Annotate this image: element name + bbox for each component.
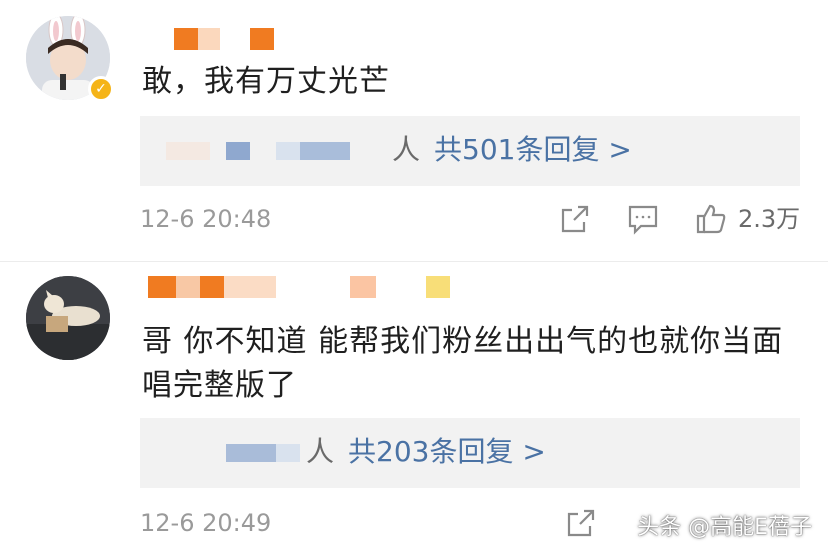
censored-replier [276,142,300,160]
share-icon[interactable] [564,506,598,540]
share-icon[interactable] [558,202,592,236]
censored-replier [226,444,276,462]
censored-replier [276,444,300,462]
replies-preview[interactable]: 人 共203条回复 > [140,418,800,488]
comment-icon[interactable] [626,202,660,236]
replies-preview[interactable]: 人 共501条回复 > [140,116,800,186]
watermark: 头条 @高能E蓓子 [637,515,812,540]
thumbs-up-icon[interactable] [694,202,728,236]
comment-item: 哥 你不知道 能帮我们粉丝出出气的也就你当面唱完整版了 人 共203条回复 > … [0,262,828,551]
view-replies-link[interactable]: 共203条回复 > [348,434,546,470]
censored-replier [300,142,350,160]
like-count: 2.3万 [738,205,801,233]
timestamp: 12-6 20:49 [140,509,272,537]
timestamp: 12-6 20:48 [140,205,272,233]
censored-replier [226,142,250,160]
view-replies-link[interactable]: 共501条回复 > [434,132,632,168]
verified-badge-icon: ✓ [88,76,114,102]
comment-item: ✓ 敢，我有万丈光芒 人 共501条回复 > 12-6 20:48 2.3万 [0,0,828,262]
comment-text: 敢，我有万丈光芒 [142,64,390,99]
reply-suffix: 人 [392,133,421,166]
censored-replier [166,142,210,160]
avatar[interactable] [26,276,110,360]
comment-text: 哥 你不知道 能帮我们粉丝出出气的也就你当面唱完整版了 [142,324,784,403]
avatar-image [26,276,110,360]
reply-suffix: 人 [306,435,335,468]
